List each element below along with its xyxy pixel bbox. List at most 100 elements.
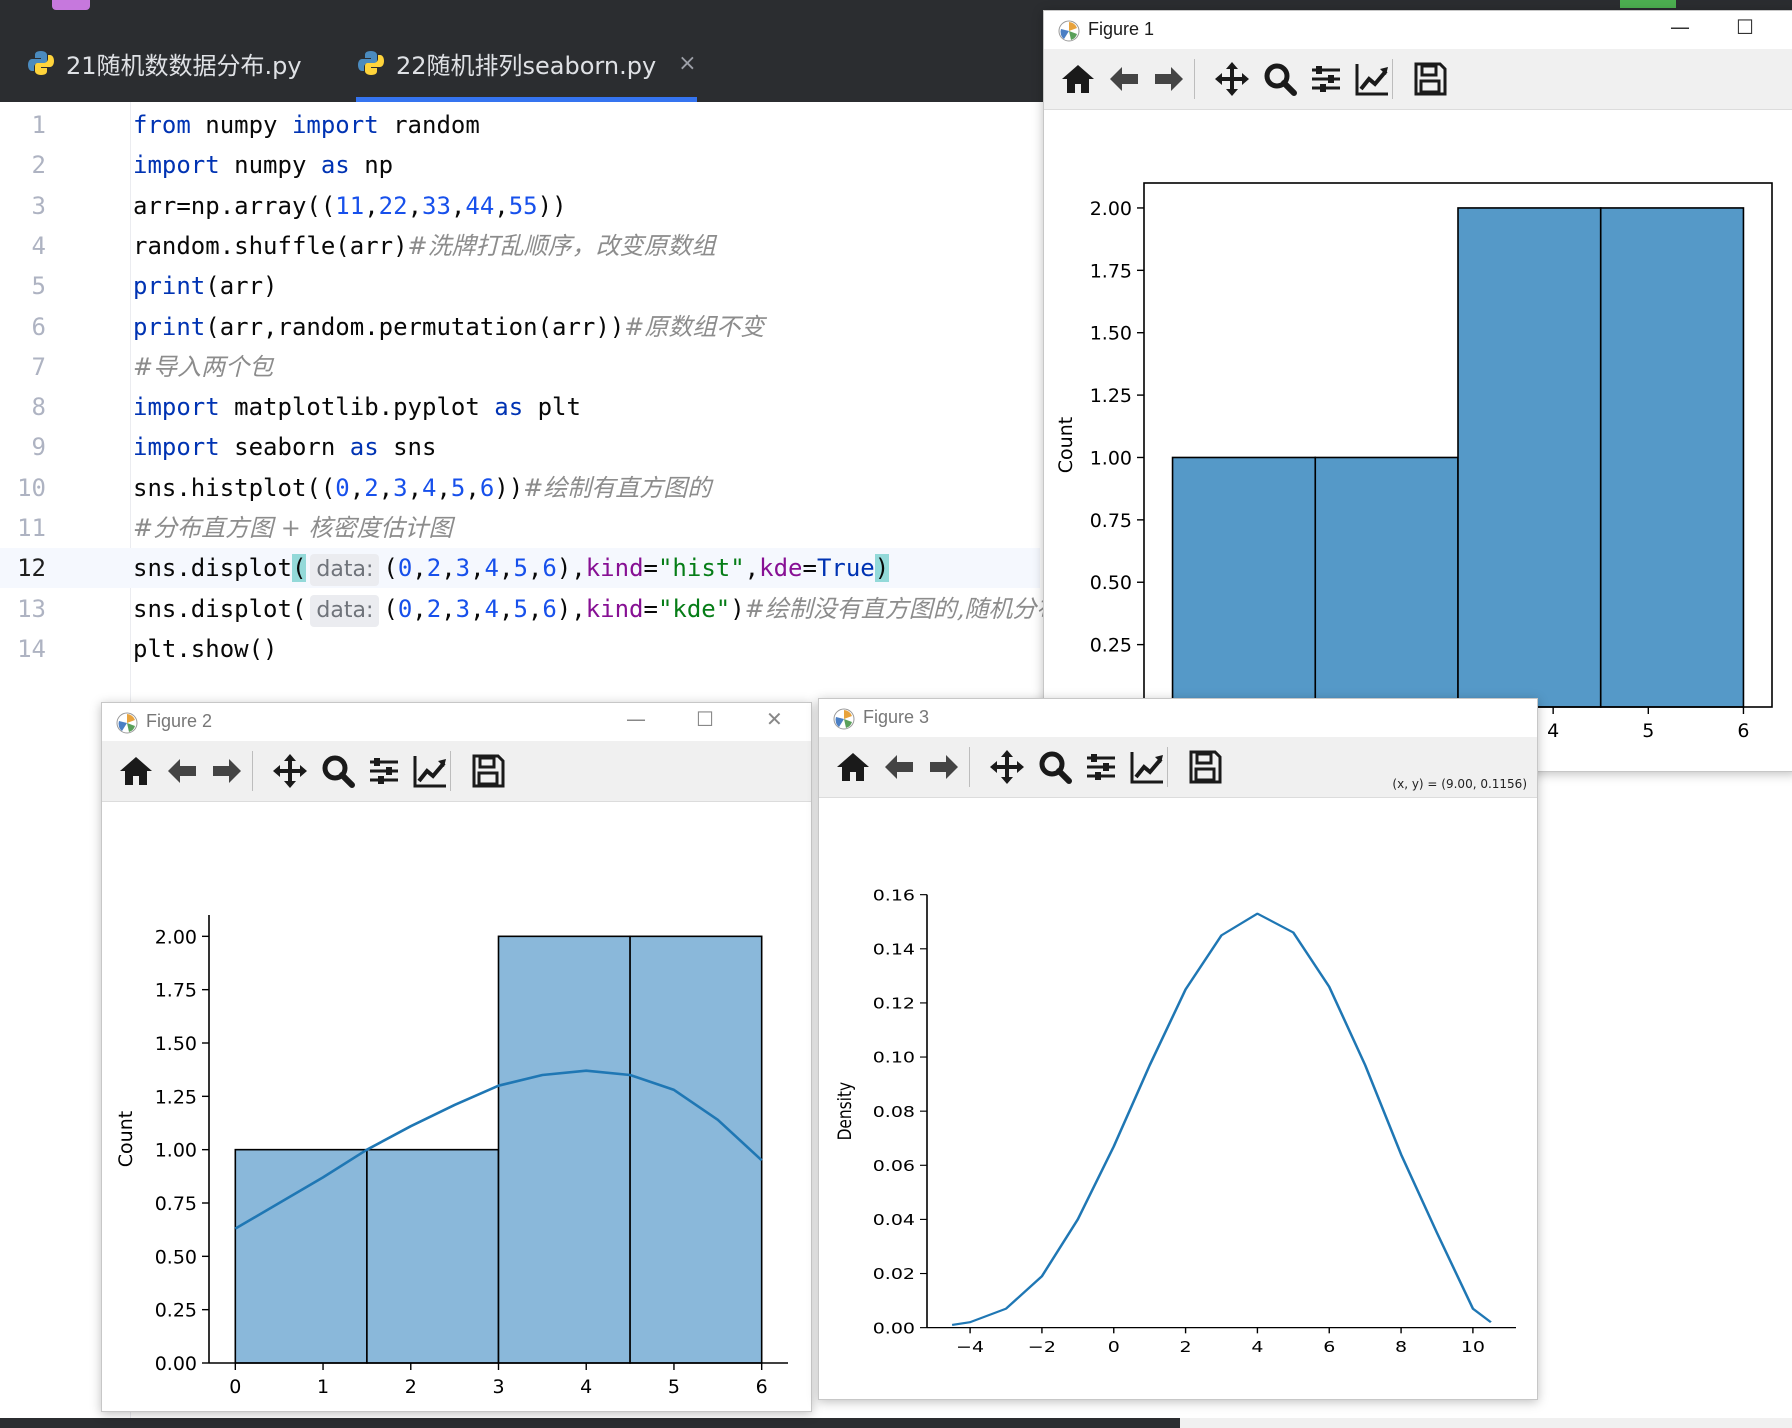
title-bar[interactable]: Figure 1 — ☐ [1044,11,1792,49]
zoom-icon[interactable] [1260,59,1300,99]
x-tick-label: 3 [492,1376,504,1398]
pan-icon[interactable] [1212,59,1252,99]
code-token: matplotlib.pyplot [219,393,495,422]
code-token: 5 [450,473,466,502]
tab-file-22[interactable]: 22随机排列seaborn.py × [356,24,697,102]
code-token: ), [556,594,586,623]
y-tick-label: 0.10 [873,1049,915,1067]
code-line[interactable]: 2 import numpy as np [0,145,1040,185]
minimize-button[interactable]: — [1670,15,1690,39]
y-tick-label: 0.75 [155,1193,197,1215]
line-number: 6 [31,312,46,341]
pan-icon[interactable] [270,751,310,791]
title-bar[interactable]: Figure 3 [819,699,1537,737]
save-icon[interactable] [1185,747,1225,787]
tab-label: 22随机排列seaborn.py [396,51,657,80]
code-token: , [441,554,456,583]
y-tick-label: 0.00 [873,1320,915,1338]
back-arrow-icon[interactable] [879,747,919,787]
home-icon[interactable] [116,751,156,791]
forward-arrow-icon[interactable] [924,747,964,787]
code-token: 0 [397,594,413,623]
tab-label: 21随机数数据分布.py [66,51,302,80]
maximize-button[interactable]: ☐ [696,707,714,731]
back-arrow-icon[interactable] [1104,59,1144,99]
figure-3-window[interactable]: Figure 3 (x, y) = (9.00, 0.1156) −4 −2 0 2 4… [818,698,1538,1400]
code-token: numpy [219,151,321,180]
configure-subplots-icon[interactable] [1081,747,1121,787]
toolbar-separator [969,747,970,787]
code-token: np [349,151,394,180]
histogram-bar [366,1148,500,1364]
title-bar[interactable]: Figure 2 — ☐ ✕ [102,703,811,741]
toolbar-separator [1167,747,1168,787]
code-token: as [349,433,379,462]
zoom-icon[interactable] [318,751,358,791]
figure-1-window[interactable]: Figure 1 — ☐ 01234560.000.250.500.751.00… [1043,10,1792,772]
code-line[interactable]: 8 import matplotlib.pyplot as plt [0,387,1040,427]
home-icon[interactable] [1058,59,1098,99]
code-token: import [291,111,379,139]
code-line[interactable]: 14 plt.show() [0,629,1040,669]
code-token: sns.displot( [133,594,307,623]
code-text: import numpy as np [133,145,393,185]
minimize-button[interactable]: — [626,707,646,731]
code-token: ) [874,554,890,583]
edit-axis-icon[interactable] [1127,747,1167,787]
forward-arrow-icon[interactable] [1149,59,1189,99]
code-token: print [133,312,206,341]
code-line[interactable]: 7 #导入两个包 [0,347,1040,387]
y-tick-label: 0.75 [1090,510,1132,532]
code-line[interactable]: 5 print(arr) [0,266,1040,306]
code-line[interactable]: 6 print(arr,random.permutation(arr))#原数组不… [0,307,1040,347]
plot-toolbar [1044,49,1792,110]
edit-axis-icon[interactable] [1352,59,1392,99]
code-token: 3 [393,473,408,502]
histogram-bar [234,1148,368,1364]
forward-arrow-icon[interactable] [207,751,247,791]
save-icon[interactable] [468,751,508,791]
code-token: 4 [422,473,437,502]
code-token: 0 [335,473,350,502]
code-token: 11 [335,191,365,220]
figure-1-chart: 01234560.000.250.500.751.001.251.501.752… [1055,182,1773,742]
code-token: = [802,554,817,583]
back-arrow-icon[interactable] [162,751,202,791]
configure-subplots-icon[interactable] [1306,59,1346,99]
code-token: , [744,554,760,583]
home-icon[interactable] [833,747,873,787]
code-token: ( [383,594,398,623]
maximize-button[interactable]: ☐ [1736,15,1754,39]
close-tab-icon[interactable]: × [678,51,696,76]
save-icon[interactable] [1410,59,1450,99]
histogram-bar [1314,456,1459,708]
code-token: 6 [542,554,557,583]
edit-axis-icon[interactable] [410,751,450,791]
code-line[interactable]: 11 #分布直方图 + 核密度估计图 [0,508,1040,548]
zoom-icon[interactable] [1035,747,1075,787]
code-token: , [407,473,423,502]
code-text: print(arr,random.permutation(arr))#原数组不变 [133,307,764,347]
code-line[interactable]: 4 random.shuffle(arr)#洗牌打乱顺序，改变原数组 [0,226,1040,266]
code-token: , [436,473,451,502]
figure-2-window[interactable]: Figure 2 — ☐ ✕ 0 1 2 3 4 5 6 0.00 0.25 0.50 0.75 1.… [101,702,812,1412]
toolbar-separator [1392,59,1393,99]
code-line[interactable]: 10 sns.histplot((0,2,3,4,5,6))#绘制有直方图的 [0,468,1040,508]
code-text: print(arr) [133,266,278,306]
code-line[interactable]: 13 sns.displot(data: (0,2,3,4,5,6),kind="k… [0,589,1060,629]
pan-icon[interactable] [987,747,1027,787]
code-token: import [133,393,220,422]
configure-subplots-icon[interactable] [364,751,404,791]
code-token: kind [585,594,644,623]
tab-file-21[interactable]: 21随机数数据分布.py [26,24,302,102]
close-button[interactable]: ✕ [766,707,783,731]
code-token: "hist" [657,554,745,583]
code-line[interactable]: 1 from numpy import random [0,105,1040,145]
code-token: random [378,111,480,139]
code-token: , [498,594,514,623]
code-line[interactable]: 3 arr=np.array((11,22,33,44,55)) [0,186,1040,226]
x-tick-label: 5 [1642,720,1654,742]
code-token: 0 [397,554,413,583]
code-line[interactable]: 12 sns.displot(data: (0,2,3,4,5,6),kind="h… [0,548,1040,589]
code-line[interactable]: 9 import seaborn as sns [0,427,1040,467]
